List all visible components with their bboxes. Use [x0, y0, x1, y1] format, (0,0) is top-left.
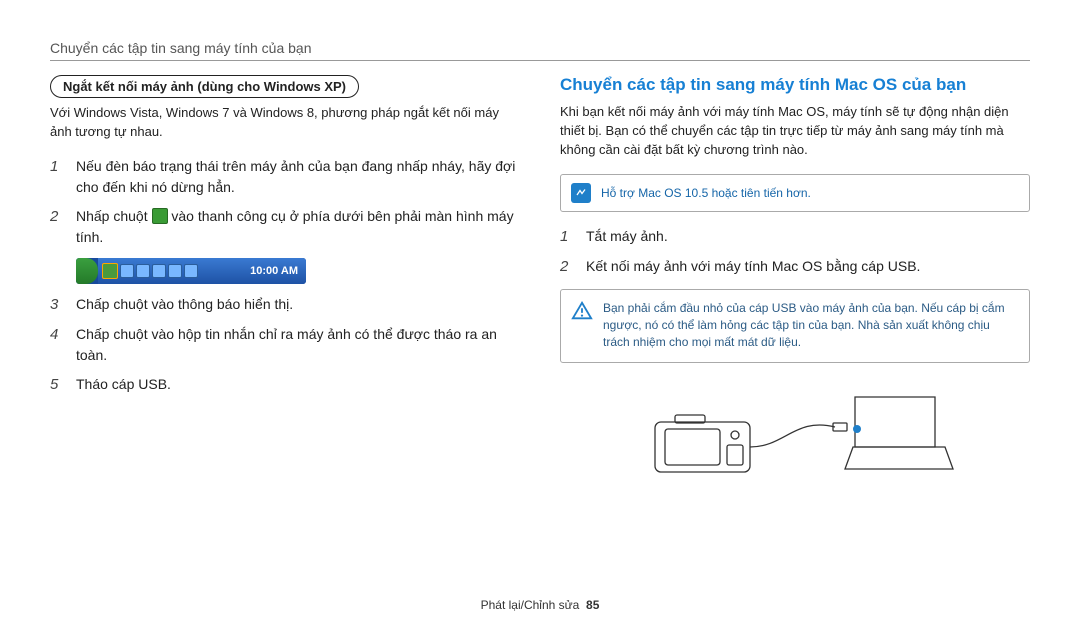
- safely-remove-hardware-icon: [152, 208, 168, 224]
- step-item: 5 Tháo cáp USB.: [50, 374, 520, 397]
- page-footer: Phát lại/Chỉnh sửa 85: [0, 598, 1080, 612]
- left-steps-list-cont: 3 Chấp chuột vào thông báo hiển thị. 4 C…: [50, 294, 520, 397]
- step-item: 4 Chấp chuột vào hộp tin nhắn chỉ ra máy…: [50, 324, 520, 366]
- warning-note-box: Bạn phải cắm đầu nhỏ của cáp USB vào máy…: [560, 289, 1030, 363]
- step-item: 2 Nhấp chuột vào thanh công cụ ở phía dư…: [50, 206, 520, 248]
- step-text: Kết nối máy ảnh với máy tính Mac OS bằng…: [586, 256, 920, 279]
- step-text: Nếu đèn báo trạng thái trên máy ảnh của …: [76, 156, 520, 198]
- step-text: Nhấp chuột vào thanh công cụ ở phía dưới…: [76, 206, 520, 248]
- right-column: Chuyển các tập tin sang máy tính Mac OS …: [560, 75, 1030, 487]
- right-intro-text: Khi bạn kết nối máy ảnh với máy tính Mac…: [560, 103, 1030, 160]
- header-rule: [50, 60, 1030, 61]
- left-intro-text: Với Windows Vista, Windows 7 và Windows …: [50, 104, 520, 142]
- subsection-pill: Ngắt kết nối máy ảnh (dùng cho Windows X…: [50, 75, 359, 98]
- tray-icon: [120, 264, 134, 278]
- step-number: 1: [560, 226, 576, 249]
- manual-page: Chuyển các tập tin sang máy tính của bạn…: [0, 0, 1080, 630]
- step-item: 1 Tắt máy ảnh.: [560, 226, 1030, 249]
- step-text-pre: Nhấp chuột: [76, 208, 152, 224]
- step-item: 1 Nếu đèn báo trạng thái trên máy ảnh củ…: [50, 156, 520, 198]
- step-number: 4: [50, 324, 66, 366]
- step-number: 2: [50, 206, 66, 248]
- info-note-text: Hỗ trợ Mac OS 10.5 hoặc tiên tiến hơn.: [601, 186, 811, 200]
- safely-remove-tray-icon: [102, 263, 118, 279]
- left-steps-list: 1 Nếu đèn báo trạng thái trên máy ảnh củ…: [50, 156, 520, 248]
- right-steps-list: 1 Tắt máy ảnh. 2 Kết nối máy ảnh với máy…: [560, 226, 1030, 279]
- tray-icon: [152, 264, 166, 278]
- tray-icon: [168, 264, 182, 278]
- step-number: 1: [50, 156, 66, 198]
- left-column: Ngắt kết nối máy ảnh (dùng cho Windows X…: [50, 75, 520, 487]
- step-text: Chấp chuột vào thông báo hiển thị.: [76, 294, 293, 317]
- info-icon: [571, 183, 591, 203]
- windows-taskbar-illustration: 10:00 AM: [76, 258, 306, 284]
- page-number: 85: [586, 598, 599, 612]
- footer-section: Phát lại/Chỉnh sửa: [481, 598, 580, 612]
- step-number: 5: [50, 374, 66, 397]
- info-note-box: Hỗ trợ Mac OS 10.5 hoặc tiên tiến hơn.: [560, 174, 1030, 212]
- tray-icon: [136, 264, 150, 278]
- camera-to-laptop-illustration: [560, 377, 1030, 487]
- warning-note-text: Bạn phải cắm đầu nhỏ của cáp USB vào máy…: [603, 300, 1019, 352]
- step-text: Tháo cáp USB.: [76, 374, 171, 397]
- step-text: Chấp chuột vào hộp tin nhắn chỉ ra máy ả…: [76, 324, 520, 366]
- tray-icon: [184, 264, 198, 278]
- section-title: Chuyển các tập tin sang máy tính Mac OS …: [560, 75, 1030, 95]
- start-button-icon: [76, 258, 98, 284]
- step-item: 2 Kết nối máy ảnh với máy tính Mac OS bằ…: [560, 256, 1030, 279]
- warning-icon: [571, 300, 593, 322]
- step-number: 3: [50, 294, 66, 317]
- two-column-layout: Ngắt kết nối máy ảnh (dùng cho Windows X…: [50, 75, 1030, 487]
- step-text: Tắt máy ảnh.: [586, 226, 668, 249]
- step-item: 3 Chấp chuột vào thông báo hiển thị.: [50, 294, 520, 317]
- step-number: 2: [560, 256, 576, 279]
- system-tray: 10:00 AM: [98, 258, 306, 284]
- page-header: Chuyển các tập tin sang máy tính của bạn: [50, 40, 1030, 56]
- taskbar-clock: 10:00 AM: [242, 265, 306, 277]
